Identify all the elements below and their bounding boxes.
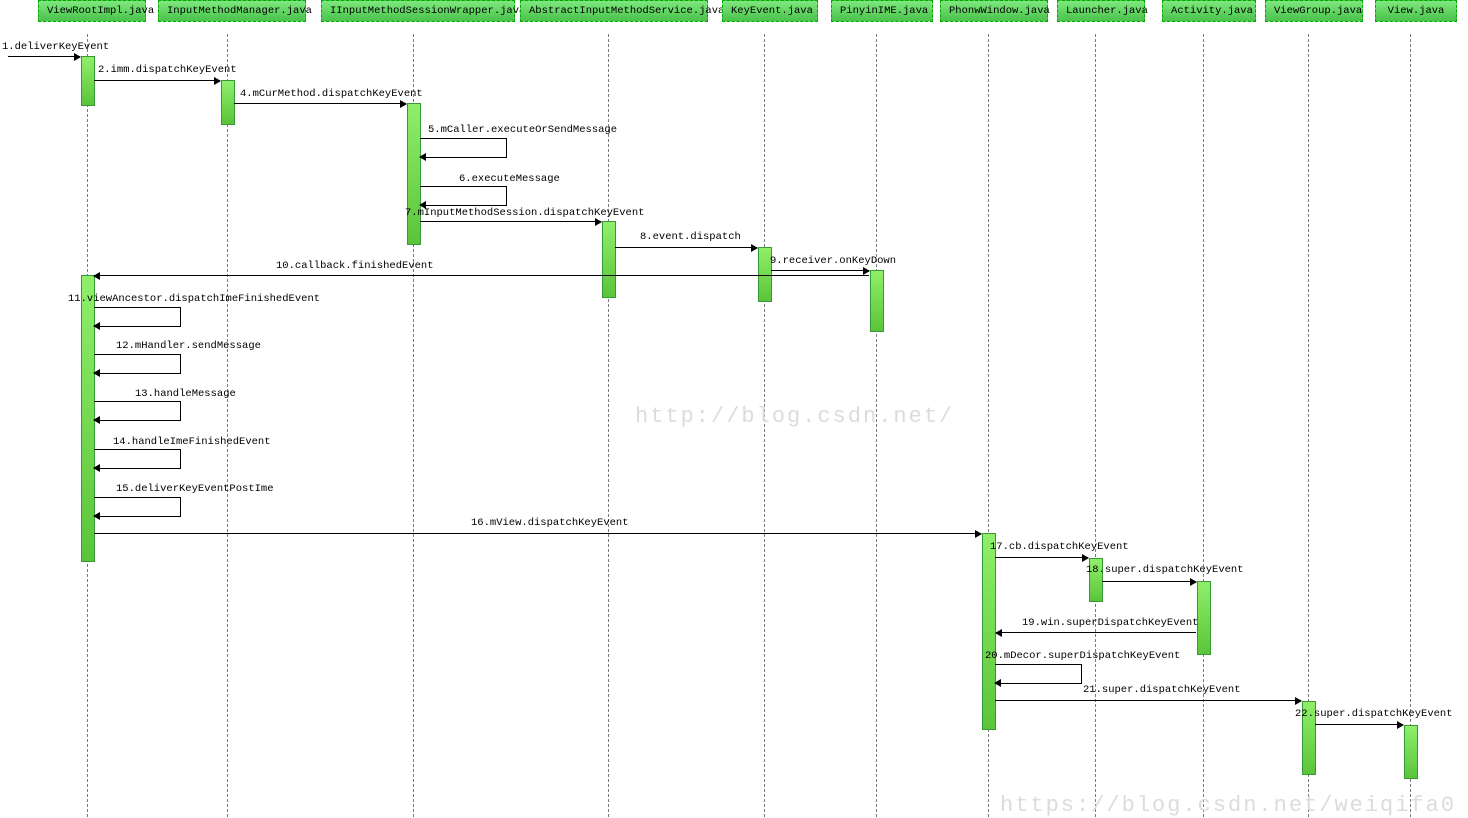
lifeline (608, 34, 609, 817)
arrow (420, 221, 601, 222)
self-arrow (995, 664, 1082, 684)
msg-label: 22.super.dispatchKeyEvent (1295, 708, 1453, 720)
activation-bar (602, 221, 616, 298)
msg-label: 11.viewAncestor.dispatchImeFinishedEvent (68, 293, 320, 305)
msg-label: 14.handleImeFinishedEvent (113, 436, 271, 448)
arrow (615, 247, 757, 248)
msg-label: 17.cb.dispatchKeyEvent (990, 541, 1129, 553)
arrow (94, 275, 869, 276)
arrow (94, 533, 981, 534)
self-arrow (94, 401, 181, 421)
arrow (996, 632, 1196, 633)
msg-label: 15.deliverKeyEventPostIme (116, 483, 274, 495)
participant-view: View.java (1375, 0, 1457, 22)
arrow (995, 700, 1301, 701)
activation-bar (407, 103, 421, 245)
arrow (234, 103, 406, 104)
msg-label: 4.mCurMethod.dispatchKeyEvent (240, 88, 423, 100)
arrow (771, 270, 869, 271)
activation-bar (1197, 581, 1211, 655)
arrow (1102, 581, 1196, 582)
activation-bar (982, 533, 996, 730)
self-arrow (94, 307, 181, 327)
lifeline (227, 34, 228, 817)
activation-bar (81, 56, 95, 106)
participant-activity: Activity.java (1162, 0, 1256, 22)
self-arrow (94, 497, 181, 517)
self-arrow (420, 138, 507, 158)
arrow (94, 80, 220, 81)
arrow (8, 56, 80, 57)
msg-label: 13.handleMessage (135, 388, 236, 400)
msg-label: 6.executeMessage (459, 173, 560, 185)
msg-label: 16.mView.dispatchKeyEvent (471, 517, 629, 529)
msg-label: 18.super.dispatchKeyEvent (1086, 564, 1244, 576)
participant-phonwwindow: PhonwWindow.java (940, 0, 1048, 22)
lifeline (1308, 34, 1309, 817)
activation-bar (221, 80, 235, 125)
msg-label: 10.callback.finishedEvent (276, 260, 434, 272)
participant-iinputmethodsessionwrapper: IInputMethodSessionWrapper.java (321, 0, 515, 22)
self-arrow (420, 186, 507, 206)
lifeline (1410, 34, 1411, 817)
participant-viewrootimpl: ViewRootImpl.java (38, 0, 146, 22)
arrow (1315, 724, 1403, 725)
arrow (995, 557, 1088, 558)
msg-label: 2.imm.dispatchKeyEvent (98, 64, 237, 76)
msg-label: 19.win.superDispatchKeyEvent (1022, 617, 1198, 629)
participant-inputmethodmanager: InputMethodManager.java (158, 0, 306, 22)
msg-label: 20.mDecor.superDispatchKeyEvent (985, 650, 1180, 662)
self-arrow (94, 354, 181, 374)
activation-bar (870, 270, 884, 332)
watermark-text: http://blog.csdn.net/ (635, 404, 954, 429)
participant-abstractinputmethodservice: AbstractInputMethodService.java (520, 0, 708, 22)
msg-label: 12.mHandler.sendMessage (116, 340, 261, 352)
msg-label: 5.mCaller.executeOrSendMessage (428, 124, 617, 136)
self-arrow (94, 449, 181, 469)
participant-pinyinime: PinyinIME.java (831, 0, 933, 22)
participant-launcher: Launcher.java (1057, 0, 1145, 22)
msg-label: 21.super.dispatchKeyEvent (1083, 684, 1241, 696)
watermark-text: https://blog.csdn.net/weiqifa0 (1000, 793, 1456, 818)
msg-label: 9.receiver.onKeyDown (770, 255, 896, 267)
participant-keyevent: KeyEvent.java (722, 0, 818, 22)
activation-bar (1404, 725, 1418, 779)
msg-label: 7.mInputMethodSession.dispatchKeyEvent (405, 207, 644, 219)
participant-viewgroup: ViewGroup.java (1265, 0, 1363, 22)
msg-label: 1.deliverKeyEvent (2, 41, 109, 53)
sequence-diagram: ViewRootImpl.java InputMethodManager.jav… (0, 0, 1468, 817)
msg-label: 8.event.dispatch (640, 231, 741, 243)
